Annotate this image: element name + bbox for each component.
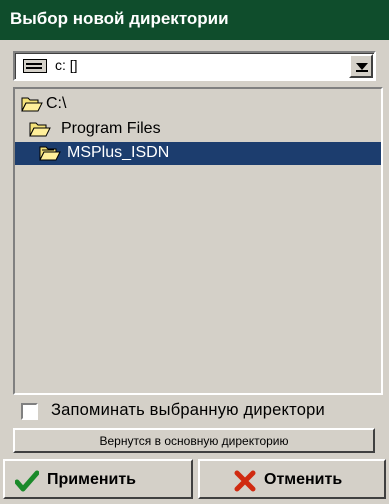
checkmark-icon [14,470,40,492]
chevron-down-icon [356,63,368,72]
directory-dialog: Выбор новой директории c: [] C:\ Program… [0,0,389,504]
cancel-button[interactable]: Отменить [198,459,386,499]
folder-open-icon [39,145,61,161]
apply-button[interactable]: Применить [3,459,193,499]
drive-select-value: c: [] [55,57,78,73]
drive-select-dropdown-button[interactable] [349,54,373,78]
remember-directory-label: Запоминать выбранную директори [51,401,325,419]
folder-open-icon [29,121,51,137]
cancel-button-label: Отменить [264,471,343,488]
directory-tree[interactable]: C:\ Program Files MSPlus_ISDN [13,87,383,395]
tree-item-msplus-isdn[interactable]: MSPlus_ISDN [15,142,381,165]
tree-item-root[interactable]: C:\ [19,93,129,116]
window-title: Выбор новой директории [0,0,389,40]
close-icon [233,470,257,492]
remember-directory-option[interactable]: Запоминать выбранную директори [15,400,385,424]
tree-item-label: Program Files [61,120,161,137]
folder-open-icon [21,96,43,112]
apply-button-label: Применить [47,471,137,488]
tree-item-program-files[interactable]: Program Files [27,118,207,141]
tree-item-label: MSPlus_ISDN [67,144,170,161]
return-home-directory-button[interactable]: Вернутся в основную директорию [13,428,375,453]
drive-select[interactable]: c: [] [13,51,376,81]
remember-directory-checkbox[interactable] [21,403,38,420]
tree-item-label: C:\ [46,95,67,112]
drive-icon [23,59,47,73]
